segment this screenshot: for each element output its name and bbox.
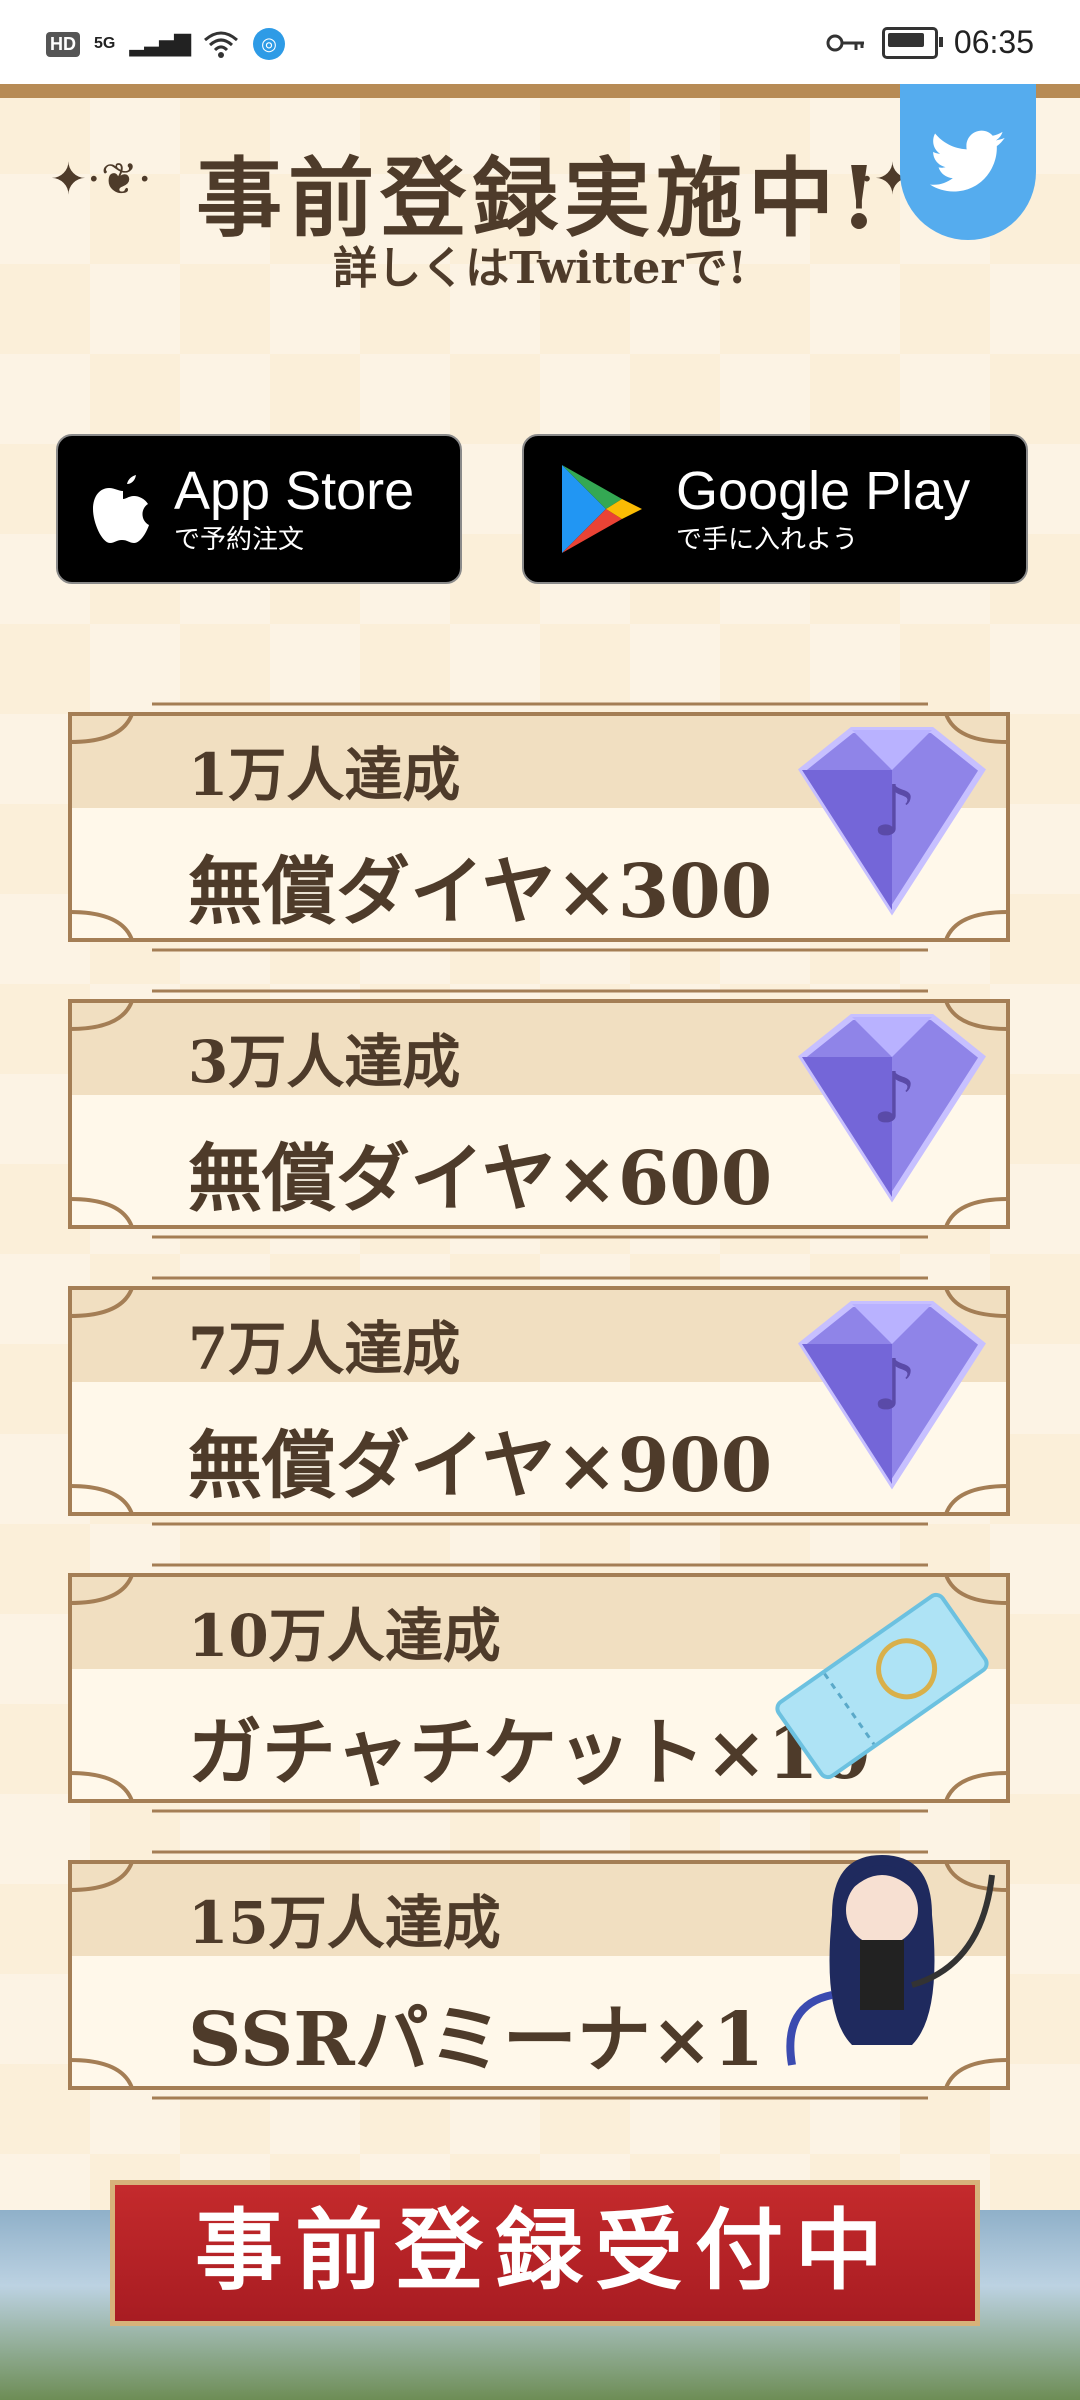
reward-item: SSRパミーナ×1 xyxy=(188,1997,765,2083)
svg-text:♪: ♪ xyxy=(872,1057,917,1139)
reward-condition: 1万人達成 xyxy=(188,741,461,809)
app-store-subtitle: で予約注文 xyxy=(174,523,305,554)
hd-badge: HD xyxy=(46,31,80,57)
reward-item: 無償ダイヤ×600 xyxy=(188,1136,773,1222)
status-bar: HD 5G ▂▃▅▇ ◎ 06:35 xyxy=(0,0,1080,84)
twitter-bird-icon xyxy=(930,130,1005,192)
diamond-icon: ♪ xyxy=(798,1014,986,1203)
svg-text:♪: ♪ xyxy=(872,1344,917,1426)
reward-card-5: 15万人達成 SSRパミーナ×1 xyxy=(62,1850,1016,2100)
preregistration-banner[interactable]: 事前登録受付中 xyxy=(110,2180,980,2326)
apple-icon xyxy=(93,475,149,543)
reward-item: 無償ダイヤ×300 xyxy=(188,849,773,935)
status-left: HD 5G ▂▃▅▇ ◎ xyxy=(46,28,286,60)
page-subtitle: 詳しくはTwitterで! xyxy=(333,243,747,294)
google-play-title: Google Play xyxy=(676,460,971,521)
page-content: ✦·❦· 事前登録実施中! ·✦ 詳しくはTwitterで! App Store… xyxy=(0,84,1080,2400)
character-pamina-icon xyxy=(786,1855,995,2066)
network-type: 5G xyxy=(94,35,116,52)
key-icon xyxy=(826,34,864,51)
reward-condition: 10万人達成 xyxy=(188,1602,501,1670)
google-play-button[interactable]: Google Play で手に入れよう xyxy=(522,434,1028,584)
reward-card-1: 1万人達成 無償ダイヤ×300 ♪ xyxy=(62,702,1016,952)
status-right: 06:35 xyxy=(826,24,1034,61)
reward-card-3: 7万人達成 無償ダイヤ×900 ♪ xyxy=(62,1276,1016,1526)
signal-icon: ▂▃▅▇ xyxy=(129,31,191,56)
battery-icon xyxy=(881,26,943,59)
gacha-ticket-icon xyxy=(775,1592,989,1780)
google-play-subtitle: で手に入れよう xyxy=(676,523,859,554)
app-notification-icon: ◎ xyxy=(253,28,286,60)
diamond-icon: ♪ xyxy=(798,1301,986,1490)
reward-card-4: 10万人達成 ガチャチケット×10 xyxy=(62,1563,1016,1813)
reward-card-2: 3万人達成 無償ダイヤ×600 ♪ xyxy=(62,989,1016,1239)
google-play-icon xyxy=(562,465,642,553)
svg-text:♪: ♪ xyxy=(872,770,917,852)
clock: 06:35 xyxy=(953,24,1034,60)
twitter-button[interactable] xyxy=(900,84,1036,240)
reward-item: 無償ダイヤ×900 xyxy=(188,1423,773,1509)
app-store-title: App Store xyxy=(174,460,415,521)
reward-condition: 15万人達成 xyxy=(188,1889,501,1957)
wifi-icon xyxy=(204,31,239,58)
reward-condition: 3万人達成 xyxy=(188,1028,461,1096)
app-store-button[interactable]: App Store で予約注文 xyxy=(56,434,462,584)
diamond-icon: ♪ xyxy=(798,727,986,916)
reward-condition: 7万人達成 xyxy=(188,1315,461,1383)
